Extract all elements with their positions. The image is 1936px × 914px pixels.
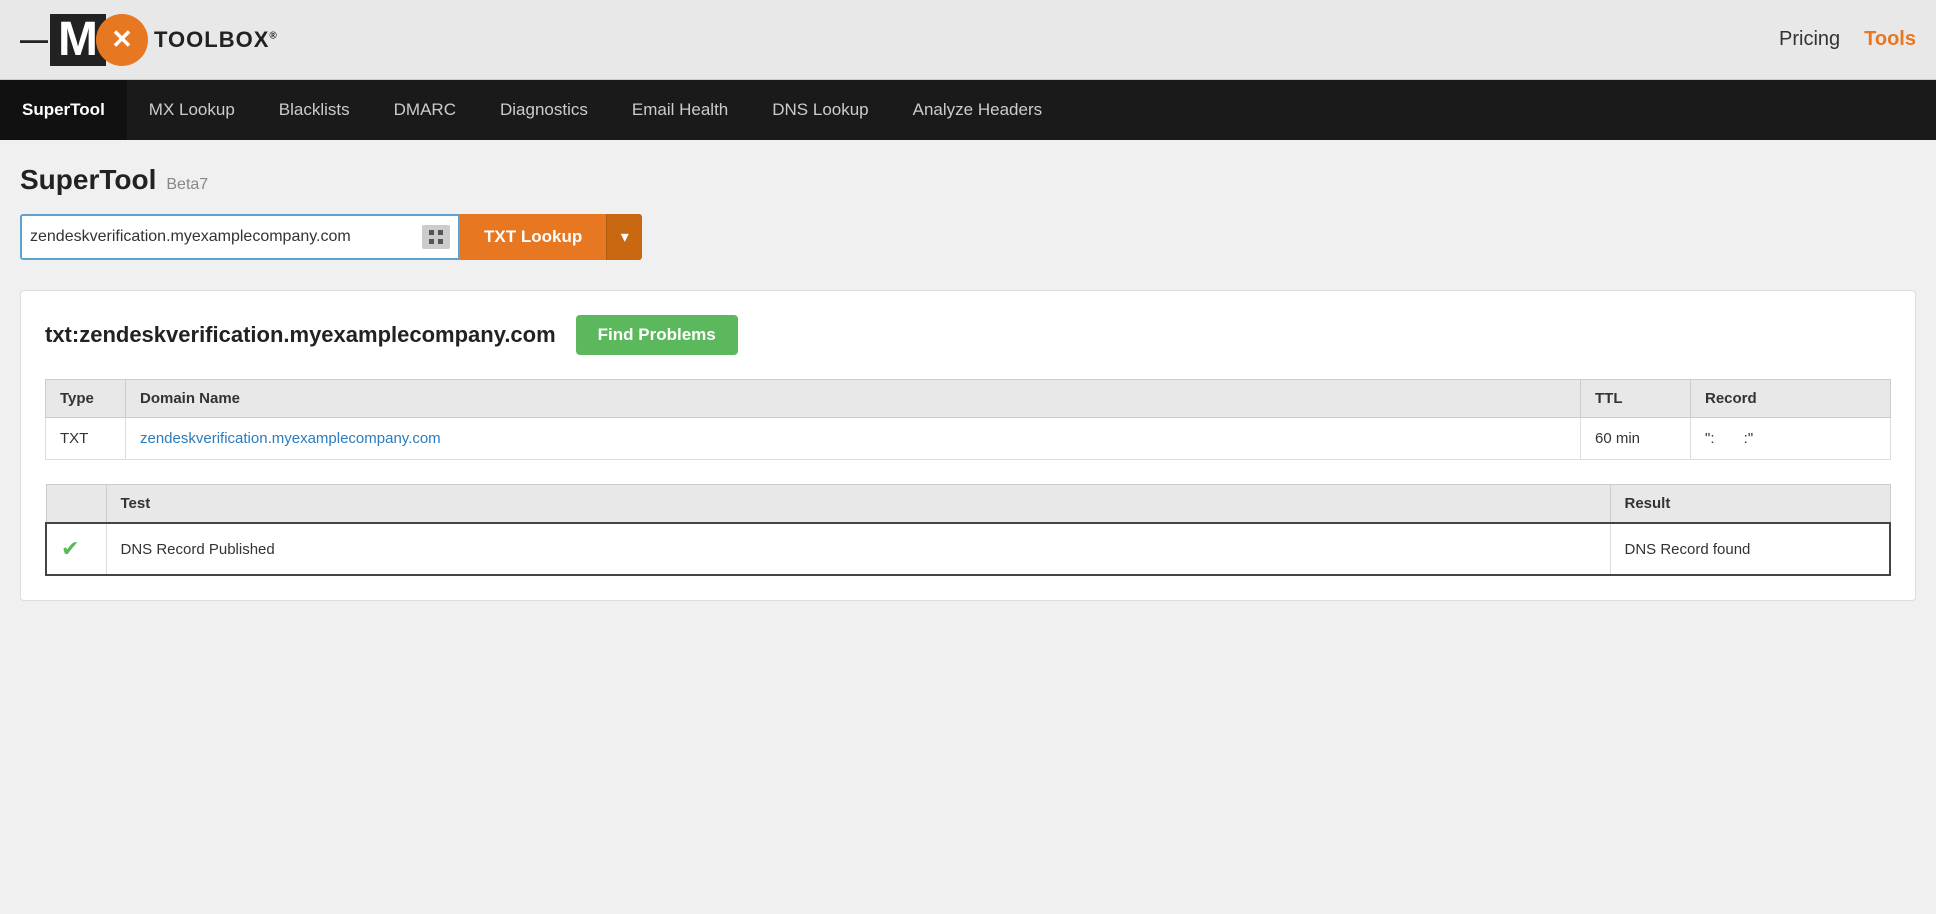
table-row: TXT zendeskverification.myexamplecompany…: [46, 418, 1891, 460]
check-circle-icon: ✔: [61, 536, 79, 561]
page-title-area: SuperTool Beta7: [20, 164, 1916, 196]
test-row-success: ✔ DNS Record Published DNS Record found: [46, 523, 1890, 575]
cell-domain: zendeskverification.myexamplecompany.com: [126, 418, 1581, 460]
cell-status-icon: ✔: [46, 523, 106, 575]
lookup-dropdown-button[interactable]: ▾: [606, 214, 642, 260]
result-header: txt:zendeskverification.myexamplecompany…: [45, 315, 1891, 355]
page-content: SuperTool Beta7 TXT Lookup ▾ txt:zendesk…: [0, 140, 1936, 625]
logo: — M ✕ TOOLBOX®: [20, 14, 278, 66]
col-header-icon: [46, 485, 106, 524]
col-header-record: Record: [1691, 380, 1891, 418]
grid-icon: [428, 229, 444, 245]
col-header-ttl: TTL: [1581, 380, 1691, 418]
logo-toolbox-text: TOOLBOX®: [154, 27, 278, 53]
top-header: — M ✕ TOOLBOX® Pricing Tools: [0, 0, 1936, 80]
txt-lookup-button[interactable]: TXT Lookup: [460, 214, 606, 260]
col-header-domain-name: Domain Name: [126, 380, 1581, 418]
tools-link[interactable]: Tools: [1864, 28, 1916, 51]
result-domain-label: txt:zendeskverification.myexamplecompany…: [45, 322, 556, 348]
page-title: SuperTool: [20, 164, 156, 196]
nav-dns-lookup[interactable]: DNS Lookup: [750, 80, 890, 140]
search-input-wrapper: [20, 214, 460, 260]
dns-records-table: Type Domain Name TTL Record TXT zendeskv…: [45, 379, 1891, 460]
result-card: txt:zendeskverification.myexamplecompany…: [20, 290, 1916, 601]
cell-test-result: DNS Record found: [1610, 523, 1890, 575]
col-header-type: Type: [46, 380, 126, 418]
cell-test-name: DNS Record Published: [106, 523, 1610, 575]
page-beta-label: Beta7: [166, 176, 208, 194]
nav-bar: SuperTool MX Lookup Blacklists DMARC Dia…: [0, 80, 1936, 140]
find-problems-button[interactable]: Find Problems: [576, 315, 738, 355]
header-nav: Pricing Tools: [1779, 28, 1916, 51]
cell-type: TXT: [46, 418, 126, 460]
cell-ttl: 60 min: [1581, 418, 1691, 460]
col-header-result: Result: [1610, 485, 1890, 524]
nav-analyze-headers[interactable]: Analyze Headers: [891, 80, 1064, 140]
cell-record: ": :": [1691, 418, 1891, 460]
logo-dash: —: [20, 24, 48, 56]
nav-dmarc[interactable]: DMARC: [372, 80, 478, 140]
pricing-link[interactable]: Pricing: [1779, 28, 1840, 51]
domain-link[interactable]: zendeskverification.myexamplecompany.com: [140, 430, 441, 447]
nav-diagnostics[interactable]: Diagnostics: [478, 80, 610, 140]
nav-email-health[interactable]: Email Health: [610, 80, 750, 140]
nav-supertool[interactable]: SuperTool: [0, 80, 127, 140]
nav-mx-lookup[interactable]: MX Lookup: [127, 80, 257, 140]
search-area: TXT Lookup ▾: [20, 214, 1916, 260]
logo-circle: ✕: [96, 14, 148, 66]
search-input[interactable]: [30, 228, 422, 246]
logo-x-icon: ✕: [111, 24, 133, 55]
search-icon-button[interactable]: [422, 225, 450, 249]
nav-blacklists[interactable]: Blacklists: [257, 80, 372, 140]
test-results-table: Test Result ✔ DNS Record Published DNS R…: [45, 484, 1891, 576]
col-header-test: Test: [106, 485, 1610, 524]
